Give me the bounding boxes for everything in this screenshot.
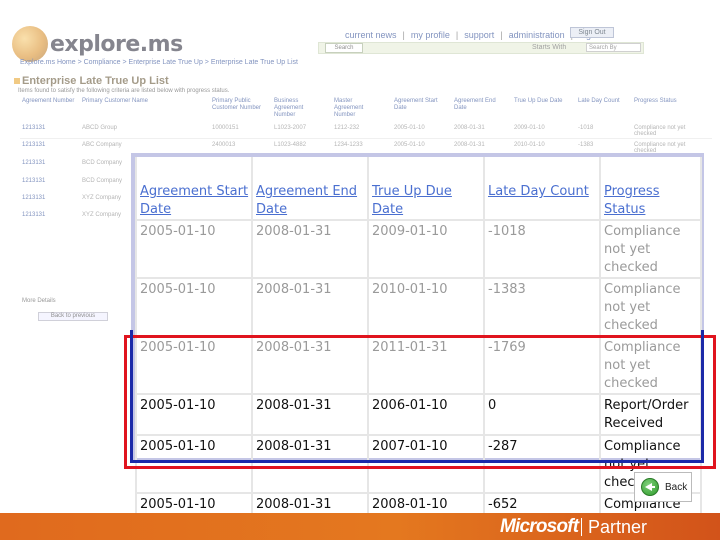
bg-col-status[interactable]: Progress Status	[634, 98, 677, 105]
bg-col-master-agreement[interactable]: Master Agreement Number	[334, 98, 382, 119]
starts-with-label: Starts With	[532, 44, 567, 51]
cell-end-date: 2008-01-31	[251, 277, 369, 337]
background-table-header: Agreement Number Primary Customer Name P…	[22, 98, 702, 118]
title-bullet-icon	[14, 78, 20, 84]
col-true-up-due-date[interactable]: True Up Due Date	[367, 157, 485, 221]
microsoft-logo: Microsoft	[500, 516, 579, 537]
sign-out-button[interactable]: Sign Out	[570, 27, 614, 38]
cell-progress-status: Compliance not yet checked	[599, 219, 702, 279]
table-row: 2005-01-10 2008-01-31 2009-01-10 -1018 C…	[135, 219, 702, 279]
more-details-button[interactable]: Back to previous	[38, 312, 108, 321]
col-agreement-start-date[interactable]: Agreement Start Date	[135, 157, 253, 221]
partner-program-label: Partner Program	[588, 517, 657, 540]
cell-late-day-count: -1383	[483, 277, 601, 337]
detail-table-header: Agreement Start Date Agreement End Date …	[135, 157, 702, 221]
cell-due-date: 2009-01-10	[367, 219, 485, 279]
bg-col-due-date[interactable]: True Up Due Date	[514, 98, 564, 105]
col-progress-status[interactable]: Progress Status	[599, 157, 702, 221]
col-late-day-count[interactable]: Late Day Count	[483, 157, 601, 221]
cell-due-date: 2010-01-10	[367, 277, 485, 337]
bg-col-agreement-number[interactable]: Agreement Number	[22, 98, 74, 105]
col-agreement-end-date[interactable]: Agreement End Date	[251, 157, 369, 221]
nav-link-current-news[interactable]: current news	[345, 30, 397, 40]
cell-end-date: 2008-01-31	[251, 219, 369, 279]
cell-progress-status: Compliance not yet checked	[599, 277, 702, 337]
search-button[interactable]: Search	[325, 43, 363, 53]
nav-link-my-profile[interactable]: my profile	[411, 30, 450, 40]
breadcrumb[interactable]: Explore.ms Home > Compliance > Enterpris…	[20, 59, 298, 66]
bg-col-customer-name[interactable]: Primary Customer Name	[82, 98, 148, 105]
cell-late-day-count: -1018	[483, 219, 601, 279]
back-arrow-icon	[641, 478, 659, 496]
divider	[20, 138, 712, 139]
nav-link-administration[interactable]: administration	[509, 30, 565, 40]
page-title: Enterprise Late True Up List	[22, 75, 169, 87]
nav-link-support[interactable]: support	[464, 30, 494, 40]
bg-col-business-agreement[interactable]: Business Agreement Number	[274, 98, 322, 119]
back-button-label: Back	[665, 481, 688, 493]
bg-col-late-count[interactable]: Late Day Count	[578, 98, 620, 105]
page-intro: Items found to satisfy the following cri…	[18, 88, 230, 94]
table-row: 2005-01-10 2008-01-31 2010-01-10 -1383 C…	[135, 277, 702, 337]
footer-band: Microsoft Partner Program	[0, 513, 720, 540]
top-nav: current news | my profile | support | admin…	[345, 30, 591, 40]
bg-col-public-number[interactable]: Primary Public Customer Number	[212, 98, 262, 112]
logo-text: explore.ms	[50, 31, 183, 57]
background-table-row: 1213131 ABC Company 2400013 L1023-4882 1…	[22, 142, 686, 154]
globe-logo-icon	[12, 26, 48, 62]
more-details-label: More Details	[22, 298, 56, 304]
bg-col-end-date[interactable]: Agreement End Date	[454, 98, 508, 112]
starts-with-select[interactable]: Search By	[586, 43, 641, 52]
background-table-row: 1213131 ABCD Group 10000151 L1023-2007 1…	[22, 125, 686, 137]
bg-col-start-date[interactable]: Agreement Start Date	[394, 98, 450, 112]
site-logo[interactable]: explore.ms	[12, 26, 183, 62]
cell-start-date: 2005-01-10	[135, 277, 253, 337]
back-button[interactable]: Back	[634, 472, 692, 502]
footer-divider	[581, 518, 582, 536]
blue-highlight-frame	[130, 330, 704, 463]
cell-start-date: 2005-01-10	[135, 219, 253, 279]
